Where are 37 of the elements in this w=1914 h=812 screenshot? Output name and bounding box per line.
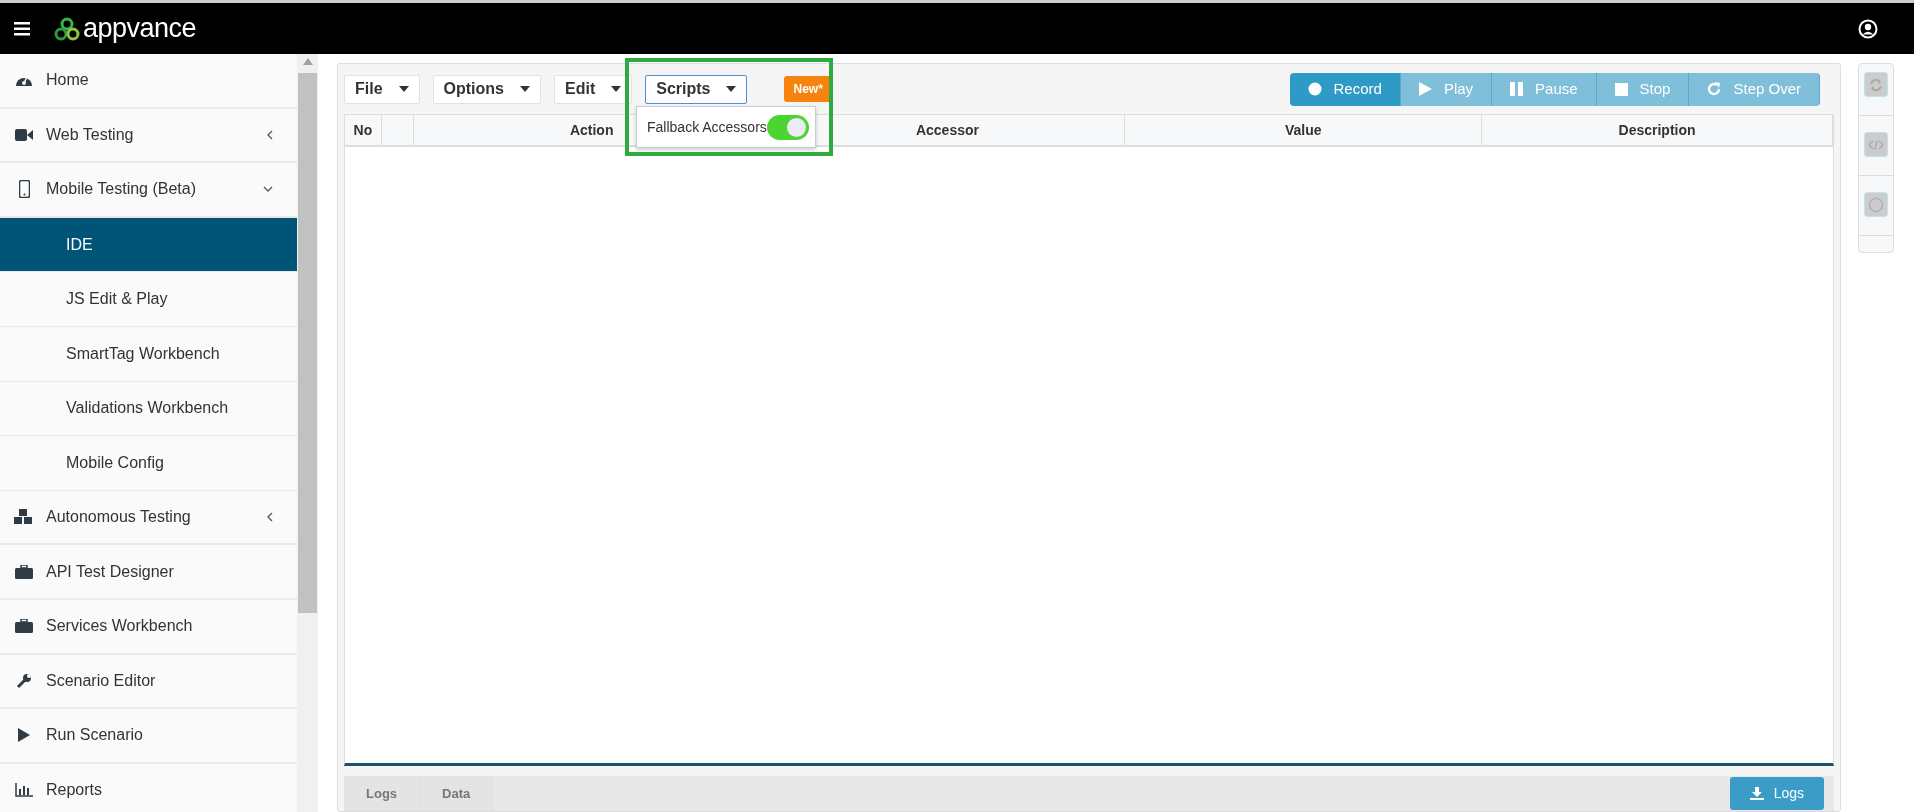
app-logo-text: appvance — [83, 12, 197, 46]
column-header: No — [345, 115, 382, 145]
menu-button[interactable]: File — [344, 74, 420, 104]
bar-chart-icon — [14, 783, 34, 797]
cubes-icon — [14, 509, 34, 526]
user-icon[interactable] — [1858, 18, 1878, 39]
refresh-icon[interactable] — [1864, 72, 1888, 97]
scrollbar[interactable] — [297, 54, 318, 812]
pause-icon — [1510, 82, 1524, 96]
play-icon — [1418, 82, 1432, 96]
caret-icon — [726, 86, 737, 92]
menu-item-label: Fallback Accessors — [647, 117, 767, 137]
briefcase-icon — [14, 619, 34, 634]
column-header: Value — [1125, 115, 1483, 145]
code-icon[interactable] — [1864, 132, 1888, 157]
toggle-switch[interactable] — [766, 114, 809, 140]
stop-icon — [1614, 82, 1628, 96]
menu-button[interactable]: Options — [432, 74, 541, 104]
record-icon — [1307, 82, 1322, 96]
column-header: Description — [1482, 115, 1833, 145]
new-badge: New* — [784, 76, 832, 102]
bottom-tab[interactable]: Logs — [344, 776, 421, 811]
wrench-icon — [14, 672, 34, 689]
menu-icon[interactable] — [14, 21, 30, 36]
menu-button[interactable]: Edit — [554, 74, 633, 104]
caret-icon — [520, 86, 530, 92]
caret-icon — [611, 86, 622, 92]
download-icon — [1749, 787, 1764, 800]
logo-icon — [54, 16, 80, 41]
redo-icon — [1707, 82, 1722, 96]
briefcase-icon — [14, 564, 34, 579]
bottom-tab[interactable]: Data — [420, 776, 494, 811]
scroll-up-arrow-icon[interactable] — [302, 58, 313, 65]
video-camera-icon — [14, 128, 34, 141]
sidebar-item[interactable]: IDE — [0, 217, 297, 273]
caret-icon — [398, 86, 409, 92]
menu-button[interactable]: Scripts — [645, 74, 748, 104]
